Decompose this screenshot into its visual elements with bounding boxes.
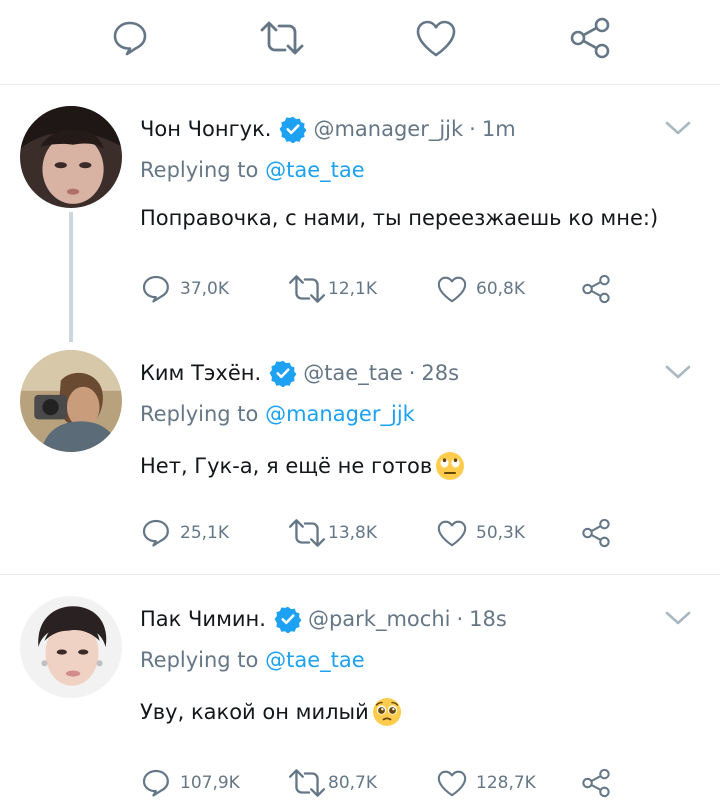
reply-icon: [142, 275, 169, 303]
reply-icon: [142, 769, 169, 797]
retweet-icon: [288, 769, 326, 797]
tweet-text: Нет, Гук-а, я ещё не готов: [140, 450, 466, 482]
like-count: 50,3K: [476, 523, 525, 543]
avatar[interactable]: [20, 350, 122, 452]
chevron-down-icon[interactable]: [664, 608, 692, 628]
share-action[interactable]: [580, 516, 612, 550]
tweet-header: Чон Чонгук. @manager_jjk · 1m: [140, 112, 516, 146]
verified-badge-icon: [269, 360, 297, 387]
chevron-down-icon[interactable]: [664, 118, 692, 138]
tweet-jungkook[interactable]: Чон Чонгук. @manager_jjk · 1m Replying t…: [0, 106, 720, 322]
display-name[interactable]: Чон Чонгук.: [140, 117, 271, 141]
share-action[interactable]: [580, 272, 612, 306]
retweet-count: 12,1K: [328, 279, 377, 299]
retweet-action[interactable]: 13,8K: [288, 516, 377, 550]
timestamp[interactable]: 28s: [421, 361, 459, 385]
tweet-text-content: Уву, какой он милый: [140, 700, 369, 724]
separator-dot: ·: [408, 361, 416, 385]
retweet-count: 13,8K: [328, 523, 377, 543]
replying-label: Replying to: [140, 158, 259, 182]
tweet-header: Пак Чимин. @park_mochi · 18s: [140, 602, 507, 636]
like-icon: [437, 276, 467, 303]
divider: [0, 574, 720, 575]
top-action-bar: [0, 0, 720, 85]
tweet-text: Поправочка, с нами, ты переезжаешь ко мн…: [140, 206, 658, 230]
reply-icon: [142, 519, 169, 547]
handle[interactable]: @park_mochi: [308, 607, 451, 631]
reply-mention[interactable]: @tae_tae: [265, 158, 365, 182]
chevron-down-icon[interactable]: [664, 362, 692, 382]
share-action[interactable]: [580, 766, 612, 800]
timestamp[interactable]: 18s: [469, 607, 507, 631]
tweet-actions: 25,1K 13,8K 50,3K: [140, 516, 620, 550]
reply-action[interactable]: 37,0K: [140, 272, 229, 306]
replying-label: Replying to: [140, 402, 259, 426]
tweet-taehyung[interactable]: Ким Тэхён. @tae_tae · 28s Replying to @m…: [0, 350, 720, 566]
like-icon: [437, 770, 467, 797]
tweet-header: Ким Тэхён. @tae_tae · 28s: [140, 356, 459, 390]
tweet-actions: 37,0K 12,1K 60,8K: [140, 272, 620, 306]
retweet-icon[interactable]: [258, 20, 306, 56]
handle[interactable]: @tae_tae: [303, 361, 403, 385]
tweet-text-content: Поправочка, с нами, ты переезжаешь ко мн…: [140, 206, 659, 230]
verified-badge-icon: [280, 116, 307, 143]
like-icon[interactable]: [414, 18, 458, 58]
verified-badge-icon: [274, 606, 302, 633]
reply-count: 107,9K: [180, 773, 240, 793]
like-count: 128,7K: [476, 773, 536, 793]
reply-mention[interactable]: @tae_tae: [265, 648, 365, 672]
like-action[interactable]: 128,7K: [436, 766, 536, 800]
retweet-action[interactable]: 80,7K: [288, 766, 377, 800]
separator-dot: ·: [456, 607, 464, 631]
reply-icon[interactable]: [110, 18, 150, 58]
display-name[interactable]: Пак Чимин.: [140, 607, 266, 631]
like-count: 60,8K: [476, 279, 525, 299]
reply-action[interactable]: 25,1K: [140, 516, 229, 550]
handle[interactable]: @manager_jjk: [313, 117, 463, 141]
retweet-icon: [288, 275, 326, 303]
tweet-jimin[interactable]: Пак Чимин. @park_mochi · 18s Replying to…: [0, 596, 720, 804]
like-icon: [437, 520, 467, 547]
like-action[interactable]: 50,3K: [436, 516, 525, 550]
timestamp[interactable]: 1m: [482, 117, 516, 141]
replying-to: Replying to @manager_jjk: [140, 402, 415, 426]
share-icon: [582, 768, 610, 798]
tweet-text-content: Нет, Гук-а, я ещё не готов: [140, 454, 433, 478]
retweet-action[interactable]: 12,1K: [288, 272, 377, 306]
replying-to: Replying to @tae_tae: [140, 158, 365, 182]
share-icon: [582, 518, 610, 548]
face-with-rolling-eyes-icon: [436, 452, 465, 480]
replying-to: Replying to @tae_tae: [140, 648, 365, 672]
reply-count: 37,0K: [180, 279, 229, 299]
replying-label: Replying to: [140, 648, 259, 672]
share-icon[interactable]: [568, 16, 612, 60]
pleading-face-icon: [372, 698, 401, 726]
like-action[interactable]: 60,8K: [436, 272, 525, 306]
tweet-text: Уву, какой он милый: [140, 696, 403, 728]
reply-count: 25,1K: [180, 523, 229, 543]
avatar[interactable]: [20, 596, 122, 698]
display-name[interactable]: Ким Тэхён.: [140, 361, 261, 385]
reply-mention[interactable]: @manager_jjk: [265, 402, 415, 426]
reply-action[interactable]: 107,9K: [140, 766, 240, 800]
retweet-icon: [288, 519, 326, 547]
separator-dot: ·: [469, 117, 476, 141]
retweet-count: 80,7K: [328, 773, 377, 793]
avatar[interactable]: [20, 106, 122, 208]
tweet-actions: 107,9K 80,7K 128,7K: [140, 766, 620, 800]
share-icon: [582, 274, 610, 304]
